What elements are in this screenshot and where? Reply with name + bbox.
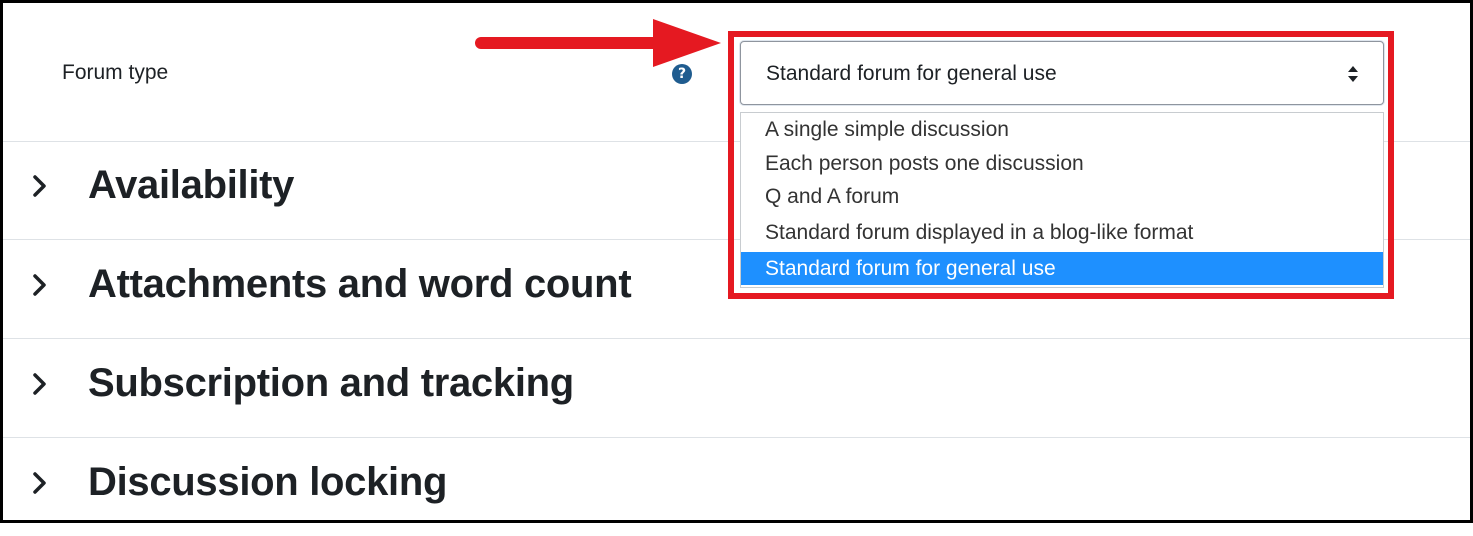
chevron-right-icon [27, 265, 53, 305]
section-discussion-locking[interactable]: Discussion locking [3, 438, 1470, 536]
section-title: Subscription and tracking [88, 361, 574, 405]
question-circle-icon[interactable]: ? [672, 64, 692, 84]
screenshot-frame: Forum type ? Availability Attachments an… [0, 0, 1473, 523]
section-title: Attachments and word count [88, 262, 632, 306]
section-title: Availability [88, 163, 295, 207]
chevron-right-icon [27, 463, 53, 503]
forum-type-label: Forum type [62, 61, 169, 84]
chevron-right-icon [27, 166, 53, 206]
section-title: Discussion locking [88, 460, 448, 504]
red-arrow-annotation [475, 19, 721, 67]
chevron-right-icon [27, 364, 53, 404]
red-highlight-annotation [728, 31, 1394, 299]
section-subscription-tracking[interactable]: Subscription and tracking [3, 339, 1470, 438]
